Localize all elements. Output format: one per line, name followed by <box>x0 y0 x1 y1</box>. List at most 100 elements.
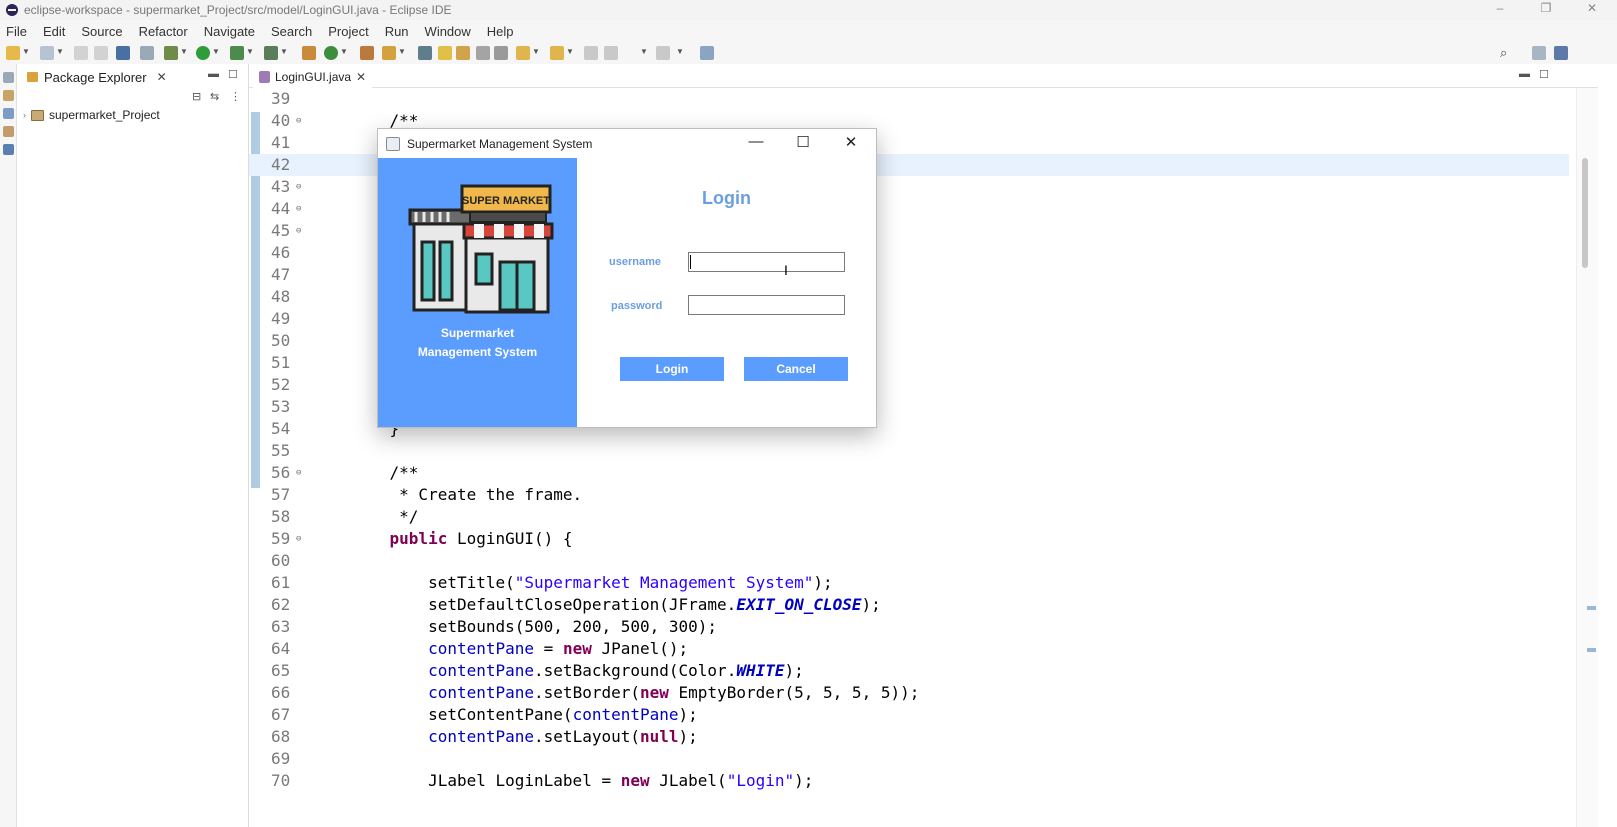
external-tools-icon[interactable] <box>264 46 278 60</box>
back-icon[interactable] <box>604 46 618 60</box>
dialog-minimize-button[interactable]: — <box>746 133 766 150</box>
minimize-editor-icon[interactable]: ▬ <box>1519 68 1530 80</box>
close-icon[interactable]: ✕ <box>157 70 167 84</box>
java-app-icon <box>386 136 400 151</box>
outline-icon[interactable] <box>3 108 14 119</box>
code-line: 56 ⊖ /** <box>271 463 419 482</box>
chevron-down-icon[interactable]: ▼ <box>22 47 30 56</box>
password-input[interactable] <box>688 295 845 315</box>
left-trim-bar <box>0 64 17 827</box>
link-editor-icon[interactable]: ⇆ <box>210 90 219 103</box>
save-all-icon[interactable] <box>94 46 108 60</box>
chevron-down-icon[interactable]: ▼ <box>212 47 220 56</box>
main-toolbar: ▼ ▼ ▼ ▼ ▼ ▼ ▼ ▼ ▼ ▼ ▼ ▼ ⌕ <box>0 42 1617 64</box>
chevron-down-icon[interactable]: ▼ <box>56 47 64 56</box>
fold-icon: ⊖ <box>296 116 302 126</box>
dialog-close-button[interactable]: ✕ <box>841 133 861 151</box>
tasks-icon[interactable] <box>3 126 14 137</box>
run-icon[interactable] <box>196 46 210 60</box>
cancel-button[interactable]: Cancel <box>744 357 848 381</box>
menu-run[interactable]: Run <box>385 24 409 39</box>
chevron-right-icon[interactable]: › <box>23 110 26 120</box>
menu-source[interactable]: Source <box>81 24 122 39</box>
forward-icon[interactable] <box>656 46 670 60</box>
collapse-all-icon[interactable]: ⊟ <box>192 90 201 103</box>
next-annotation-icon[interactable] <box>516 46 530 60</box>
search-icon[interactable]: ⌕ <box>1500 46 1514 60</box>
java-perspective-icon[interactable] <box>1554 46 1568 60</box>
menu-search[interactable]: Search <box>271 24 312 39</box>
code-line: 39 <box>271 89 291 108</box>
close-icon[interactable]: ✕ <box>356 70 366 84</box>
skip-breakpoints-icon[interactable] <box>140 46 154 60</box>
open-perspective-icon[interactable] <box>1532 46 1546 60</box>
terminal-icon[interactable] <box>116 46 130 60</box>
brand-panel: SUPER MARKET Supermarket Management Syst… <box>378 158 577 427</box>
overview-marker[interactable] <box>1587 648 1596 652</box>
hierarchy-icon[interactable] <box>3 90 14 101</box>
menu-edit[interactable]: Edit <box>43 24 65 39</box>
vertical-scrollbar-thumb[interactable] <box>1582 158 1588 268</box>
highlight-icon[interactable] <box>438 46 452 60</box>
annotation-icon[interactable] <box>418 46 432 60</box>
chevron-down-icon[interactable]: ▼ <box>676 47 684 56</box>
window-close-button[interactable]: ✕ <box>1569 0 1615 20</box>
menu-file[interactable]: File <box>6 24 27 39</box>
code-line: 65 contentPane.setBackground(Color.WHITE… <box>271 661 804 680</box>
chevron-down-icon[interactable]: ▼ <box>398 47 406 56</box>
login-heading: Login <box>702 188 751 208</box>
last-edit-icon[interactable] <box>584 46 598 60</box>
menu-help[interactable]: Help <box>487 24 514 39</box>
code-line: 59 ⊖ public LoginGUI() { <box>271 529 573 548</box>
show-whitespace-icon[interactable] <box>494 46 508 60</box>
chevron-down-icon[interactable]: ▼ <box>280 47 288 56</box>
code-line: 70 JLabel LoginLabel = new JLabel("Login… <box>271 771 814 790</box>
editor-tab-label: LoginGUI.java <box>275 70 352 84</box>
chevron-down-icon[interactable]: ▼ <box>180 47 188 56</box>
mark-occurrences-icon[interactable] <box>456 46 470 60</box>
chevron-down-icon[interactable]: ▼ <box>566 47 574 56</box>
window-minimize-button[interactable]: – <box>1477 0 1523 20</box>
maximize-editor-icon[interactable]: ☐ <box>1539 68 1549 81</box>
window-restore-button[interactable]: ❐ <box>1523 0 1569 20</box>
chevron-down-icon[interactable]: ▼ <box>640 47 648 56</box>
previous-annotation-icon[interactable] <box>550 46 564 60</box>
editor-tab-logingui[interactable]: LoginGUI.java ✕ <box>253 66 373 88</box>
login-button[interactable]: Login <box>620 357 724 381</box>
block-selection-icon[interactable] <box>476 46 490 60</box>
tree-item-project[interactable]: › supermarket_Project <box>23 108 160 122</box>
coverage-icon[interactable] <box>230 46 244 60</box>
overview-ruler[interactable] <box>1576 88 1598 827</box>
console-icon[interactable] <box>3 144 14 155</box>
new-project-icon[interactable] <box>40 46 54 60</box>
pin-editor-icon[interactable] <box>700 46 714 60</box>
menu-project[interactable]: Project <box>328 24 368 39</box>
new-package-icon[interactable] <box>302 46 316 60</box>
code-line: 57 * Create the frame. <box>271 485 583 504</box>
dialog-titlebar[interactable]: Supermarket Management System — ☐ ✕ <box>378 129 876 158</box>
chevron-down-icon[interactable]: ▼ <box>532 47 540 56</box>
maximize-view-icon[interactable]: ☐ <box>228 68 238 81</box>
dialog-maximize-button[interactable]: ☐ <box>793 133 813 151</box>
overview-marker[interactable] <box>1587 606 1596 610</box>
save-icon[interactable] <box>74 46 88 60</box>
menu-window[interactable]: Window <box>425 24 471 39</box>
minimize-view-icon[interactable]: ▬ <box>208 68 219 80</box>
view-menu-icon[interactable]: ⋮ <box>230 90 241 103</box>
open-type-icon[interactable] <box>360 46 374 60</box>
username-input[interactable] <box>688 252 845 272</box>
chevron-down-icon[interactable]: ▼ <box>246 47 254 56</box>
menu-refactor[interactable]: Refactor <box>139 24 188 39</box>
menu-navigate[interactable]: Navigate <box>204 24 255 39</box>
package-explorer-tab[interactable]: Package Explorer ✕ <box>21 66 173 88</box>
search-tool-icon[interactable] <box>382 46 396 60</box>
project-label: supermarket_Project <box>49 108 160 122</box>
chevron-down-icon[interactable]: ▼ <box>340 47 348 56</box>
supermarket-store-icon: SUPER MARKET <box>408 184 554 314</box>
new-class-icon[interactable] <box>324 46 338 60</box>
code-line: 63 setBounds(500, 200, 500, 300); <box>271 617 718 636</box>
restore-icon[interactable] <box>3 72 14 83</box>
new-file-icon[interactable] <box>6 46 20 60</box>
username-label: username <box>609 256 661 268</box>
debug-icon[interactable] <box>164 46 178 60</box>
